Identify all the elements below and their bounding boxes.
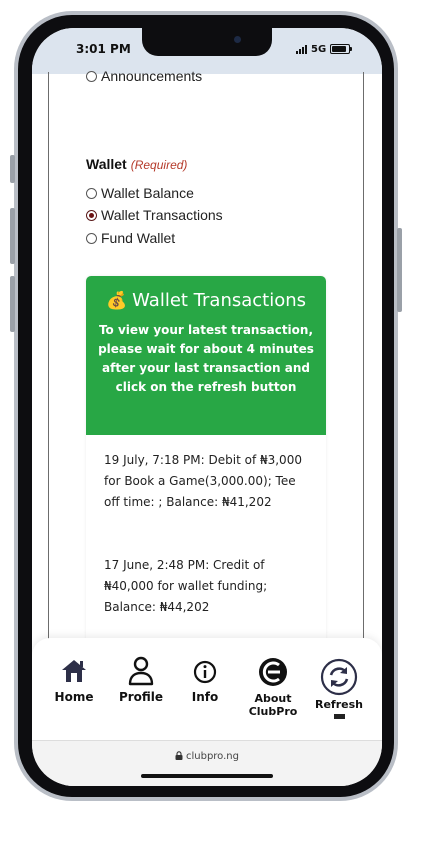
wallet-field-label: Wallet (Required) — [86, 156, 187, 172]
card-header: 💰 Wallet Transactions To view your latest… — [86, 276, 326, 435]
bottom-tab-bar: Home Profile Info About ClubPro Refresh — [32, 638, 382, 740]
phone-screen: 3:01 PM 5G Announcements Wallet (Required… — [32, 28, 382, 786]
page-content: Announcements Wallet (Required) Wallet Ba… — [36, 68, 378, 706]
card-title-text: Wallet Transactions — [132, 290, 307, 311]
tab-label-home: Home — [54, 690, 94, 704]
option-wallet-balance[interactable]: Wallet Balance — [86, 185, 194, 201]
network-indicators: 5G — [296, 43, 353, 55]
signal-icon — [296, 44, 307, 54]
radio-fund-wallet[interactable] — [86, 232, 97, 244]
radio-wallet-balance[interactable] — [86, 187, 97, 199]
status-bar: 3:01 PM 5G — [32, 28, 382, 74]
refresh-icon — [320, 658, 358, 696]
tab-label-refresh: Refresh — [315, 698, 363, 711]
browser-url-bar: clubpro.ng — [32, 740, 382, 786]
user-icon — [128, 656, 154, 686]
url-display[interactable]: clubpro.ng — [32, 751, 382, 762]
radio-announcements[interactable] — [86, 70, 97, 82]
card-title: 💰 Wallet Transactions — [86, 276, 326, 311]
tab-label-about: About — [254, 692, 292, 705]
transaction-item: 19 July, 7:18 PM: Debit of ₦3,000 for Bo… — [104, 453, 302, 509]
camera-dot — [234, 36, 241, 43]
option-label: Fund Wallet — [101, 230, 176, 246]
money-bag-icon: 💰 — [105, 291, 128, 311]
mute-switch — [10, 155, 15, 183]
notch — [142, 28, 272, 56]
tab-label-info: Info — [191, 690, 219, 704]
url-text: clubpro.ng — [185, 751, 239, 762]
radio-wallet-transactions[interactable] — [86, 209, 97, 221]
active-tab-indicator — [333, 714, 345, 719]
volume-down-button — [10, 276, 15, 332]
transaction-item: 17 June, 2:48 PM: Credit of ₦40,000 for … — [104, 558, 268, 614]
clubpro-logo-icon — [259, 658, 287, 686]
tab-label-profile: Profile — [118, 690, 164, 704]
battery-icon — [330, 44, 353, 54]
info-icon — [193, 660, 217, 684]
tab-about-clubpro[interactable]: About ClubPro — [244, 656, 302, 718]
option-fund-wallet[interactable]: Fund Wallet — [86, 230, 175, 246]
option-label: Wallet Balance — [101, 185, 194, 201]
power-button — [397, 228, 402, 312]
home-icon — [62, 660, 86, 682]
card-instructions: To view your latest transaction, please … — [98, 323, 314, 394]
tab-home[interactable]: Home — [50, 658, 98, 704]
wallet-label: Wallet — [86, 156, 127, 172]
option-wallet-transactions[interactable]: Wallet Transactions — [86, 207, 223, 223]
option-label: Announcements — [101, 68, 203, 84]
lock-icon — [175, 751, 183, 760]
network-type: 5G — [311, 43, 327, 55]
tab-label-clubpro: ClubPro — [248, 705, 298, 718]
required-label: (Required) — [130, 158, 188, 172]
status-time: 3:01 PM — [76, 42, 131, 56]
tab-refresh[interactable]: Refresh — [312, 658, 366, 719]
tab-info[interactable]: Info — [184, 660, 226, 704]
option-announcements[interactable]: Announcements — [86, 68, 202, 84]
home-indicator[interactable] — [141, 774, 273, 778]
tab-profile[interactable]: Profile — [116, 656, 166, 704]
option-label: Wallet Transactions — [101, 207, 223, 223]
volume-up-button — [10, 208, 15, 264]
